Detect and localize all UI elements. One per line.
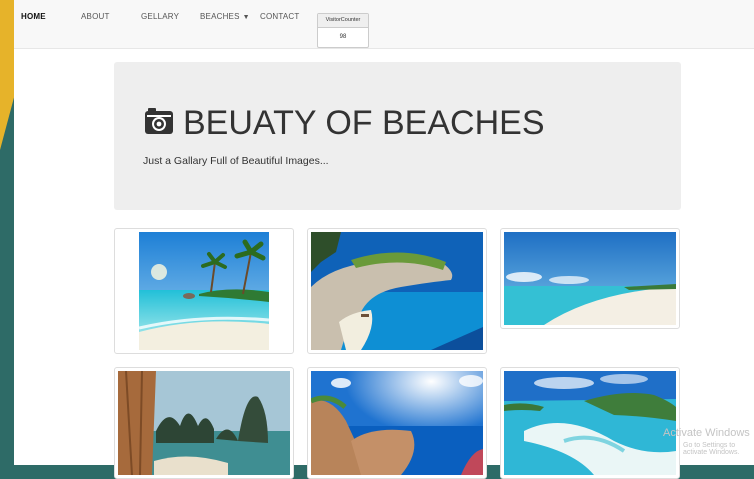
gallery-thumbnail-1[interactable] xyxy=(114,228,294,354)
nav-gellary[interactable]: GELLARY xyxy=(141,12,179,21)
nav-beaches-label: BEACHES xyxy=(200,12,240,21)
gallery-thumbnail-5[interactable] xyxy=(307,367,487,479)
visitor-counter-label: VisitorCounter xyxy=(318,14,368,28)
windows-activation-watermark-title: Activate Windows xyxy=(663,427,750,439)
navbar: HOME ABOUT GELLARY BEACHES ▼ CONTACT Visi… xyxy=(14,0,754,49)
beach-photo-shipwreck-cove xyxy=(311,232,483,350)
beach-photo-white-sand xyxy=(504,232,676,325)
visitor-counter: VisitorCounter 98 xyxy=(317,13,369,48)
windows-activation-watermark-subtitle: Go to Settings to activate Windows. xyxy=(683,442,740,456)
browser-page: HOME ABOUT GELLARY BEACHES ▼ CONTACT Visi… xyxy=(14,0,754,479)
gallery-thumbnail-6[interactable] xyxy=(500,367,680,479)
hero-banner: BEUATY OF BEACHES Just a Gallary Full of… xyxy=(114,62,681,210)
nav-beaches[interactable]: BEACHES ▼ xyxy=(200,12,250,21)
beach-photo-limestone-cliffs xyxy=(118,371,290,475)
beach-photo-sunny-coast xyxy=(311,371,483,475)
visitor-counter-value: 98 xyxy=(339,34,347,40)
gallery-thumbnail-3[interactable] xyxy=(500,228,680,329)
gallery-thumbnail-4[interactable] xyxy=(114,367,294,479)
gallery-thumbnail-2[interactable] xyxy=(307,228,487,354)
caret-down-icon: ▼ xyxy=(242,14,250,21)
beach-photo-whitehaven xyxy=(504,371,676,475)
camera-icon xyxy=(145,108,173,134)
beach-photo-palms xyxy=(139,232,269,350)
page-title: BEUATY OF BEACHES xyxy=(183,104,545,142)
page-subtitle: Just a Gallary Full of Beautiful Images.… xyxy=(143,155,329,167)
nav-about[interactable]: ABOUT xyxy=(81,12,110,21)
nav-home[interactable]: HOME xyxy=(21,12,46,21)
nav-contact[interactable]: CONTACT xyxy=(260,12,299,21)
